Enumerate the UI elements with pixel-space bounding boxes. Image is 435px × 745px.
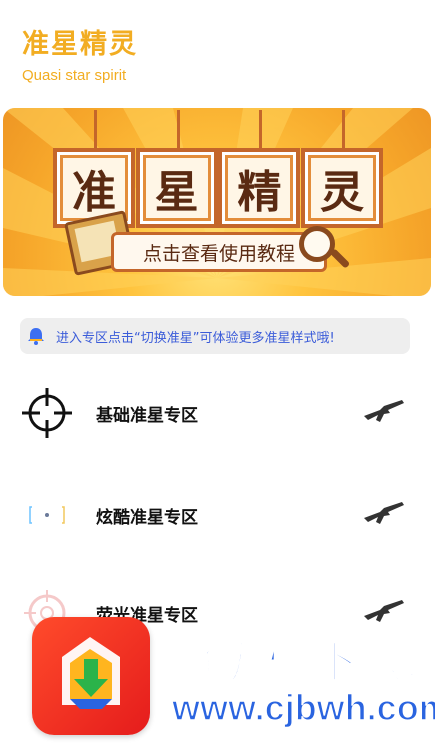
app-subtitle: Quasi star spirit [22,67,127,84]
download-logo-icon [32,617,150,735]
magnifier-icon [299,226,335,262]
zone-label: 基础准星专区 [96,405,198,426]
watermark: 超级棒下载站 www.cjbwh.com [30,615,435,745]
app-title: 准星精灵 [22,29,138,60]
banner-tile: 灵 [300,110,383,228]
header: 准星精灵 Quasi star spirit [22,22,138,84]
notice-text: 进入专区点击“切换准星”可体验更多准星样式哦! [56,330,335,346]
tutorial-button-label: 点击查看使用教程 [142,242,295,265]
watermark-title: 超级棒下载站 [167,633,435,689]
zone-item-basic[interactable]: 基础准星专区 [0,378,435,448]
download-arrow-icon [62,637,120,709]
banner-tile: 精 [218,110,301,228]
crosshair-basic-icon [22,388,72,438]
tutorial-banner[interactable]: 准 星 精 灵 点击查看使用教程 [3,108,431,296]
rifle-icon [364,502,404,524]
notice-bar[interactable]: 进入专区点击“切换准星”可体验更多准星样式哦! [20,318,410,354]
watermark-url: www.cjbwh.com [171,686,435,729]
banner-tile: 星 [135,110,218,228]
zone-item-cool[interactable]: 炫酷准星专区 [0,480,435,550]
tutorial-button[interactable]: 点击查看使用教程 [111,232,327,272]
bell-icon [28,328,44,345]
crosshair-cool-icon [29,506,65,524]
rifle-icon [364,400,404,422]
zone-label: 炫酷准星专区 [96,507,198,528]
